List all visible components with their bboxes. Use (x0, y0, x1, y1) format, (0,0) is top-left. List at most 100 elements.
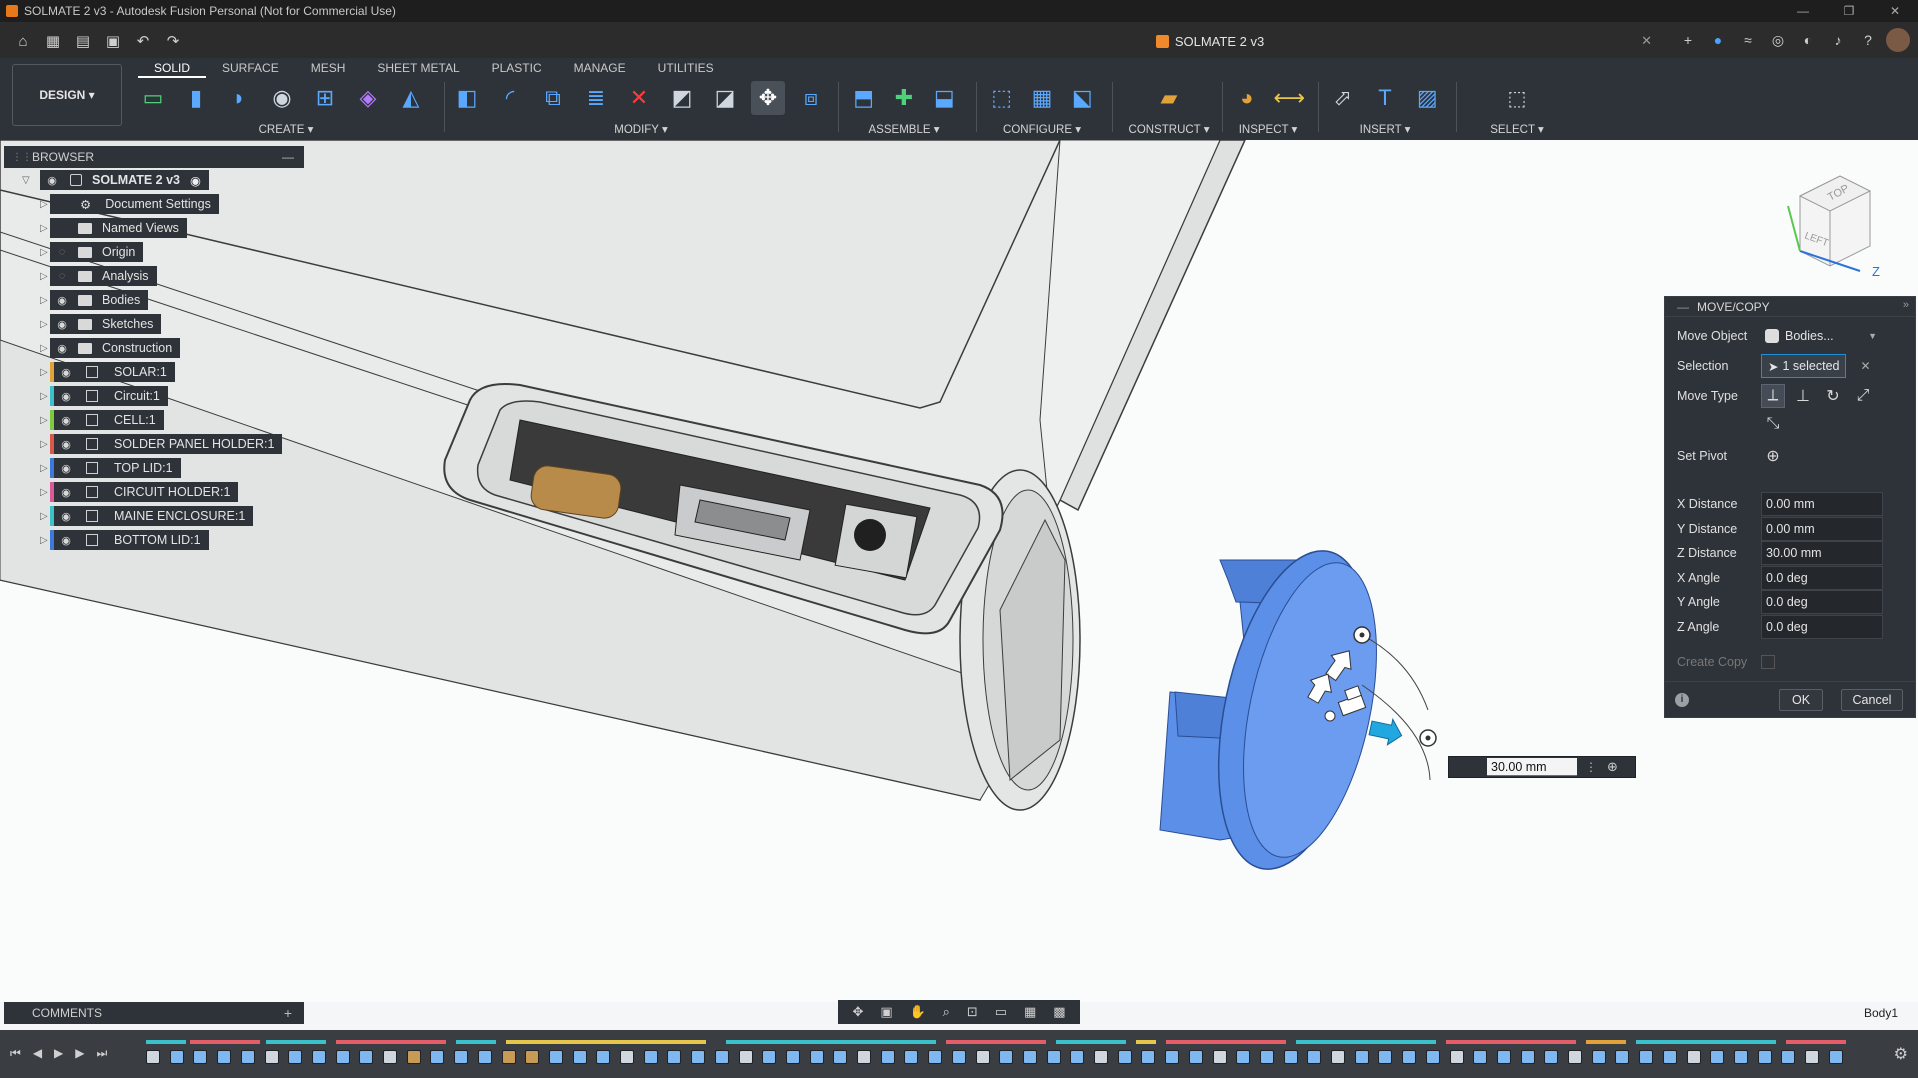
timeline-feature-icon[interactable] (714, 1050, 729, 1064)
move-object-dropdown[interactable]: Bodies... ▼ (1761, 324, 1883, 348)
browser-item[interactable]: ▷ ◉ SOLDER PANEL HOLDER:1 (4, 432, 304, 456)
timeline-feature-icon[interactable] (809, 1050, 824, 1064)
split-body-icon[interactable]: ◩ (665, 81, 699, 115)
hole-icon[interactable]: ◉ (265, 81, 299, 115)
timeline-feature-icon[interactable] (1283, 1050, 1298, 1064)
timeline-feature-icon[interactable] (1757, 1050, 1772, 1064)
tab-mesh[interactable]: MESH (295, 58, 362, 78)
timeline-feature-icon[interactable] (193, 1050, 208, 1064)
document-tab[interactable]: SOLMATE 2 v3 ✕ (760, 22, 1660, 60)
timeline-feature-icon[interactable] (880, 1050, 895, 1064)
eye-icon[interactable]: ◉ (58, 438, 74, 451)
timeline-back-icon[interactable]: ◀ (33, 1046, 42, 1061)
eye-hidden-icon[interactable]: ◌ (54, 246, 70, 258)
eye-icon[interactable]: ◉ (58, 510, 74, 523)
tab-utilities[interactable]: UTILITIES (642, 58, 730, 78)
timeline-feature-icon[interactable] (1022, 1050, 1037, 1064)
timeline-feature-icon[interactable] (975, 1050, 990, 1064)
timeline-feature-icon[interactable] (999, 1050, 1014, 1064)
timeline-feature-icon[interactable] (1805, 1050, 1819, 1064)
configure-icon[interactable]: ⬚ (986, 81, 1017, 115)
timeline-feature-icon[interactable] (548, 1050, 563, 1064)
browser-item[interactable]: ▷ ◉ CIRCUIT HOLDER:1 (4, 480, 304, 504)
timeline-feature-icon[interactable] (1615, 1050, 1630, 1064)
timeline-feature-icon[interactable] (454, 1050, 469, 1064)
timeline-feature-icon[interactable] (1354, 1050, 1369, 1064)
press-pull-icon[interactable]: ◧ (450, 81, 484, 115)
eye-icon[interactable]: ◉ (58, 390, 74, 403)
new-tab-icon[interactable]: + (1676, 28, 1700, 52)
browser-item[interactable]: ▷ Named Views (4, 216, 304, 240)
new-sketch-icon[interactable]: ▭ (136, 81, 170, 115)
timeline-feature-icon[interactable] (1425, 1050, 1440, 1064)
browser-item[interactable]: ▷ ◉ TOP LID:1 (4, 456, 304, 480)
insert-derive-icon[interactable]: ⬀ (1326, 81, 1359, 115)
move-copy-header[interactable]: — MOVE/COPY » (1665, 297, 1915, 317)
free-move-icon[interactable]: ⟂ (1761, 384, 1785, 408)
browser-item-chip[interactable]: ◉ BOTTOM LID:1 (50, 530, 209, 550)
browser-item[interactable]: ▷ ◉ MAINE ENCLOSURE:1 (4, 504, 304, 528)
timeline-feature-icon[interactable] (904, 1050, 919, 1064)
browser-header[interactable]: ⋮⋮ BROWSER — (4, 146, 304, 168)
distance-input[interactable]: 30.00 mm (1487, 758, 1577, 776)
file-menu-icon[interactable]: ▤ (70, 28, 96, 54)
browser-item-chip[interactable]: ⚙ Document Settings (50, 194, 219, 214)
select-menu[interactable]: SELECT ▾ (1472, 122, 1562, 136)
timeline-feature-icon[interactable] (1402, 1050, 1417, 1064)
split-face-icon[interactable]: ◪ (708, 81, 742, 115)
offset-plane-icon[interactable]: ▰ (1152, 81, 1186, 115)
point-to-position-icon[interactable]: ⤡ (1761, 412, 1785, 436)
undo-icon[interactable]: ↶ (130, 28, 156, 54)
collapse-dialog-icon[interactable]: — (1677, 300, 1689, 314)
timeline-feature-icon[interactable] (383, 1050, 397, 1064)
learning-icon[interactable]: ◐ (1796, 28, 1820, 52)
timeline-feature-icon[interactable] (525, 1050, 540, 1064)
timeline-feature-icon[interactable] (1046, 1050, 1061, 1064)
restore-button[interactable]: ❐ (1826, 0, 1872, 22)
browser-item-chip[interactable]: ◉ TOP LID:1 (50, 458, 181, 478)
activate-radio-icon[interactable]: ◉ (190, 173, 201, 188)
timeline-feature-icon[interactable] (1828, 1050, 1843, 1064)
home-icon[interactable]: ⌂ (10, 28, 36, 54)
close-window-button[interactable]: ✕ (1872, 0, 1918, 22)
rotate-icon[interactable]: ↻ (1821, 384, 1845, 408)
timeline-feature-icon[interactable] (1733, 1050, 1748, 1064)
browser-item[interactable]: ▷ ◉ Sketches (4, 312, 304, 336)
look-at-icon[interactable]: ▣ (880, 1004, 892, 1020)
save-icon[interactable]: ▣ (100, 28, 126, 54)
timeline-feature-icon[interactable] (406, 1050, 421, 1064)
fit-icon[interactable]: ⊡ (967, 1004, 978, 1020)
timeline-end-icon[interactable]: ⏭ (97, 1046, 108, 1061)
inspect-menu[interactable]: INSPECT ▾ (1230, 122, 1306, 136)
construct-menu[interactable]: CONSTRUCT ▾ (1126, 122, 1212, 136)
info-icon[interactable]: i (1675, 693, 1689, 707)
browser-item[interactable]: ▷ ◉ BOTTOM LID:1 (4, 528, 304, 552)
pattern-icon[interactable]: ⊞ (308, 81, 342, 115)
timeline-feature-icon[interactable] (1094, 1050, 1108, 1064)
browser-item[interactable]: ▷ ◉ Bodies (4, 288, 304, 312)
display-settings-icon[interactable]: ▭ (995, 1004, 1007, 1020)
browser-item[interactable]: ▷ ◉ SOLAR:1 (4, 360, 304, 384)
browser-item[interactable]: ▷ ◌ Analysis (4, 264, 304, 288)
field-input[interactable]: 0.00 mm (1761, 492, 1883, 516)
extensions-icon[interactable]: ● (1706, 28, 1730, 52)
create-form-icon[interactable]: ◈ (351, 81, 385, 115)
timeline-track[interactable] (146, 1040, 1866, 1074)
timeline-feature-icon[interactable] (1117, 1050, 1132, 1064)
collapse-browser-button[interactable]: — (282, 150, 294, 164)
point-to-point-icon[interactable]: ⤢ (1851, 384, 1875, 408)
browser-item-chip[interactable]: ◉ MAINE ENCLOSURE:1 (50, 506, 254, 526)
assemble-menu[interactable]: ASSEMBLE ▾ (848, 122, 960, 136)
browser-item[interactable]: ▷ ◉ Construction (4, 336, 304, 360)
timeline-feature-icon[interactable] (572, 1050, 587, 1064)
clear-selection-icon[interactable]: ✕ (1860, 359, 1870, 373)
redo-icon[interactable]: ↷ (160, 28, 186, 54)
insert-menu[interactable]: INSERT ▾ (1326, 122, 1444, 136)
browser-item-chip[interactable]: ◉ SOLAR:1 (50, 362, 175, 382)
root-chip[interactable]: ◉ SOLMATE 2 v3 ◉ (40, 170, 209, 190)
timeline-feature-icon[interactable] (857, 1050, 871, 1064)
timeline-feature-icon[interactable] (951, 1050, 966, 1064)
timeline-feature-icon[interactable] (928, 1050, 943, 1064)
timeline-feature-icon[interactable] (620, 1050, 634, 1064)
tab-solid[interactable]: SOLID (138, 58, 207, 78)
